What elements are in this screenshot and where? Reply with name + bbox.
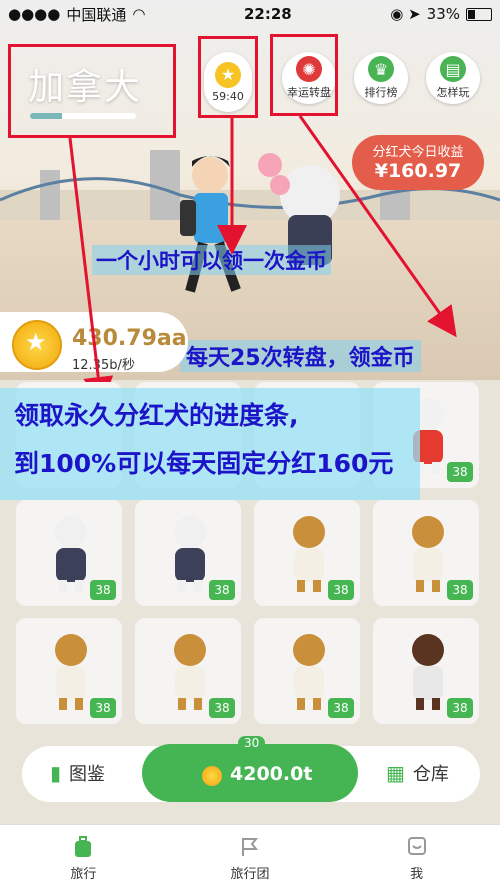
earnings-title: 分红犬今日收益 xyxy=(372,145,464,160)
coin-balance-panel: 430.79aa 12.35b/秒 xyxy=(0,312,188,373)
how-to-play-label: 怎样玩 xyxy=(436,86,470,99)
earnings-value: ¥160.97 xyxy=(374,160,462,182)
how-to-play-button[interactable]: ▤ 怎样玩 xyxy=(426,52,480,104)
trophy-icon: ♛ xyxy=(368,56,394,82)
location-icon: ◉ ➤ xyxy=(390,5,421,23)
highlight-box-wheel xyxy=(270,34,338,116)
pet-slot[interactable]: 38 xyxy=(16,500,122,606)
pet-level-badge: 38 xyxy=(447,698,473,718)
pet-level: 30 xyxy=(238,736,266,750)
pet-level-badge: 38 xyxy=(90,698,116,718)
pet-slot[interactable]: 38 xyxy=(254,500,360,606)
highlight-box-city xyxy=(8,44,176,138)
pet-level-badge: 38 xyxy=(447,462,473,482)
pet-slot[interactable]: 38 xyxy=(135,500,241,606)
wifi-icon: ◠ xyxy=(132,5,146,23)
pet-slot[interactable]: 38 xyxy=(373,618,479,724)
clock: 22:28 xyxy=(243,5,292,23)
warehouse-button[interactable]: ▦ 仓库 xyxy=(386,760,449,786)
collection-label: 图鉴 xyxy=(69,764,106,785)
pet-level-badge: 38 xyxy=(90,580,116,600)
tab-travel-label: 旅行 xyxy=(70,867,97,882)
pet-level-badge: 38 xyxy=(328,698,354,718)
coin-icon xyxy=(12,320,62,370)
profile-icon xyxy=(407,837,426,855)
leaderboard-label: 排行榜 xyxy=(364,86,398,99)
buy-pet-button[interactable]: 30 4200.0t xyxy=(142,736,358,802)
warehouse-label: 仓库 xyxy=(412,764,449,785)
status-bar: ●●●● 中国联通 ◠ 22:28 ◉ ➤ 33% xyxy=(0,0,500,28)
battery-icon xyxy=(466,7,492,21)
pet-slot[interactable]: 38 xyxy=(135,618,241,724)
tab-travel-group[interactable]: 旅行团 xyxy=(167,825,334,889)
signal-icon: ●●●● xyxy=(8,5,61,23)
leaderboard-button[interactable]: ♛ 排行榜 xyxy=(354,52,408,104)
book-icon: ▤ xyxy=(440,56,466,82)
traveler-illustration xyxy=(180,153,340,293)
collection-button[interactable]: ▮ 图鉴 xyxy=(50,760,105,786)
pet-level-badge: 38 xyxy=(447,580,473,600)
pet-level-badge: 38 xyxy=(209,580,235,600)
tab-travel-group-label: 旅行团 xyxy=(230,867,270,882)
suitcase-icon xyxy=(75,836,92,857)
annotation-progress-line1: 领取永久分红犬的进度条, xyxy=(14,401,299,430)
highlight-box-timer xyxy=(198,36,258,118)
collection-icon: ▮ xyxy=(50,761,62,785)
pet-level-badge: 38 xyxy=(209,698,235,718)
annotation-hourly-coin: 一个小时可以领一次金币 xyxy=(92,245,331,275)
pet-slot[interactable]: 38 xyxy=(16,618,122,724)
coin-icon xyxy=(202,766,222,786)
annotation-progress: 领取永久分红犬的进度条, 到100%可以每天固定分红160元 xyxy=(0,388,420,500)
pet-slot[interactable]: 38 xyxy=(254,618,360,724)
pet-level-badge: 38 xyxy=(328,580,354,600)
coin-rate: 12.35b/秒 xyxy=(72,358,135,373)
flag-icon xyxy=(242,838,259,856)
tab-me-label: 我 xyxy=(410,867,424,882)
coin-amount: 430.79aa xyxy=(72,326,187,351)
carrier: 中国联通 xyxy=(66,5,127,24)
buy-price: 4200.0t xyxy=(230,763,313,785)
tab-bar: 旅行 旅行团 我 xyxy=(0,824,500,889)
battery-percent: 33% xyxy=(426,5,460,23)
tab-travel[interactable]: 旅行 xyxy=(0,825,167,889)
tab-me[interactable]: 我 xyxy=(333,825,500,889)
pet-slot[interactable]: 38 xyxy=(373,500,479,606)
warehouse-icon: ▦ xyxy=(386,761,405,785)
annotation-wheel: 每天25次转盘，领金币 xyxy=(180,340,421,372)
annotation-progress-line2: 到100%可以每天固定分红160元 xyxy=(14,449,394,478)
dividend-earnings-card[interactable]: 分红犬今日收益 ¥160.97 xyxy=(352,135,484,190)
